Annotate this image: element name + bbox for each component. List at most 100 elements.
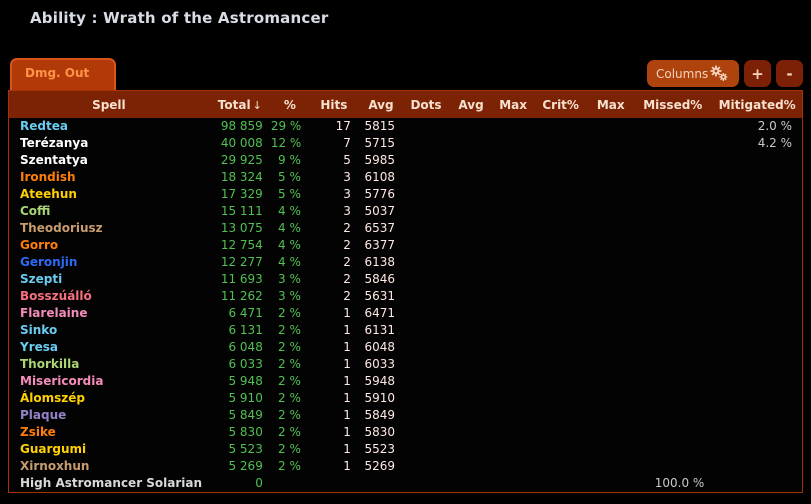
dots-avg-cell: [449, 407, 493, 424]
mitigated-cell: [712, 152, 802, 169]
crit-cell: [533, 458, 588, 475]
percent-cell: 2 %: [271, 458, 309, 475]
col-header-dots[interactable]: Dots: [403, 91, 449, 119]
hits-cell: [309, 475, 359, 493]
table-row: Xirnoxhun5 2692 %15269: [9, 458, 803, 475]
col-header-hits[interactable]: Hits: [309, 91, 359, 119]
total-cell: 11 262: [209, 288, 271, 305]
dots-avg-cell: [449, 152, 493, 169]
col-header-mitigated[interactable]: Mitigated%: [712, 91, 802, 119]
crit-max-cell: [588, 305, 633, 322]
mitigated-cell: [712, 407, 802, 424]
total-cell: 17 329: [209, 186, 271, 203]
columns-button[interactable]: Columns: [647, 60, 739, 87]
spell-name[interactable]: Terézanya: [9, 135, 209, 152]
max-cell: [493, 254, 533, 271]
percent-cell: 2 %: [271, 441, 309, 458]
crit-max-cell: [588, 135, 633, 152]
mitigated-cell: [712, 186, 802, 203]
table-row: Yresa6 0482 %16048: [9, 339, 803, 356]
hits-cell: 1: [309, 339, 359, 356]
max-cell: [493, 441, 533, 458]
dots-cell: [403, 220, 449, 237]
max-cell: [493, 390, 533, 407]
total-cell: 11 693: [209, 271, 271, 288]
dots-cell: [403, 186, 449, 203]
mitigated-cell: [712, 339, 802, 356]
total-cell: 5 269: [209, 458, 271, 475]
spell-name[interactable]: Xirnoxhun: [9, 458, 209, 475]
col-header-avg[interactable]: Avg: [359, 91, 403, 119]
spell-name[interactable]: Flarelaine: [9, 305, 209, 322]
remove-column-button[interactable]: -: [776, 60, 803, 87]
missed-cell: [633, 356, 712, 373]
spell-name[interactable]: Plaque: [9, 407, 209, 424]
col-header-missed[interactable]: Missed%: [633, 91, 712, 119]
max-cell: [493, 305, 533, 322]
table-row: Terézanya40 00812 %757154.2 %: [9, 135, 803, 152]
spell-name[interactable]: Misericordia: [9, 373, 209, 390]
crit-cell: [533, 356, 588, 373]
spell-name[interactable]: Irondish: [9, 169, 209, 186]
missed-cell: [633, 288, 712, 305]
spell-name[interactable]: Ateehun: [9, 186, 209, 203]
table-row: Guargumi5 5232 %15523: [9, 441, 803, 458]
col-header-spell[interactable]: Spell: [9, 91, 209, 119]
table-row: Flarelaine6 4712 %16471: [9, 305, 803, 322]
add-column-button[interactable]: +: [744, 60, 771, 87]
spell-name[interactable]: Szentatya: [9, 152, 209, 169]
crit-max-cell: [588, 118, 633, 135]
page-title: Ability : Wrath of the Astromancer: [30, 9, 328, 27]
spell-name[interactable]: Coffi: [9, 203, 209, 220]
col-header-dots-avg[interactable]: Avg: [449, 91, 493, 119]
dots-avg-cell: [449, 220, 493, 237]
crit-max-cell: [588, 169, 633, 186]
spell-name[interactable]: Redtea: [9, 118, 209, 135]
spell-name[interactable]: Álomszép: [9, 390, 209, 407]
spell-name[interactable]: Szepti: [9, 271, 209, 288]
hits-cell: 17: [309, 118, 359, 135]
col-header-crit[interactable]: Crit%: [533, 91, 588, 119]
spell-name[interactable]: Geronjin: [9, 254, 209, 271]
col-header-crit-max[interactable]: Max: [588, 91, 633, 119]
crit-cell: [533, 475, 588, 493]
max-cell: [493, 118, 533, 135]
percent-cell: 2 %: [271, 407, 309, 424]
spell-name[interactable]: Guargumi: [9, 441, 209, 458]
missed-cell: [633, 186, 712, 203]
hits-cell: 2: [309, 237, 359, 254]
spell-name[interactable]: Zsike: [9, 424, 209, 441]
crit-max-cell: [588, 254, 633, 271]
spell-name[interactable]: Sinko: [9, 322, 209, 339]
table-row: Szepti11 6933 %25846: [9, 271, 803, 288]
dots-cell: [403, 169, 449, 186]
max-cell: [493, 339, 533, 356]
avg-cell: 5849: [359, 407, 403, 424]
dots-cell: [403, 254, 449, 271]
missed-cell: [633, 135, 712, 152]
total-cell: 12 754: [209, 237, 271, 254]
total-cell: 40 008: [209, 135, 271, 152]
crit-cell: [533, 203, 588, 220]
tab-dmg-out[interactable]: Dmg. Out: [10, 58, 116, 90]
hits-cell: 1: [309, 305, 359, 322]
hits-cell: 1: [309, 322, 359, 339]
hits-cell: 1: [309, 441, 359, 458]
table-row: Álomszép5 9102 %15910: [9, 390, 803, 407]
hits-cell: 3: [309, 169, 359, 186]
crit-cell: [533, 186, 588, 203]
spell-name[interactable]: Theodoriusz: [9, 220, 209, 237]
spell-name[interactable]: Gorro: [9, 237, 209, 254]
spell-name[interactable]: Yresa: [9, 339, 209, 356]
spell-name[interactable]: Bosszúálló: [9, 288, 209, 305]
dots-cell: [403, 118, 449, 135]
col-header-max[interactable]: Max: [493, 91, 533, 119]
spell-name[interactable]: Thorkilla: [9, 356, 209, 373]
missed-cell: [633, 169, 712, 186]
col-header-total[interactable]: Total↓: [209, 91, 271, 119]
avg-cell: 5948: [359, 373, 403, 390]
col-header-percent[interactable]: %: [271, 91, 309, 119]
percent-cell: 2 %: [271, 339, 309, 356]
spell-name[interactable]: High Astromancer Solarian: [9, 475, 209, 493]
missed-cell: [633, 373, 712, 390]
